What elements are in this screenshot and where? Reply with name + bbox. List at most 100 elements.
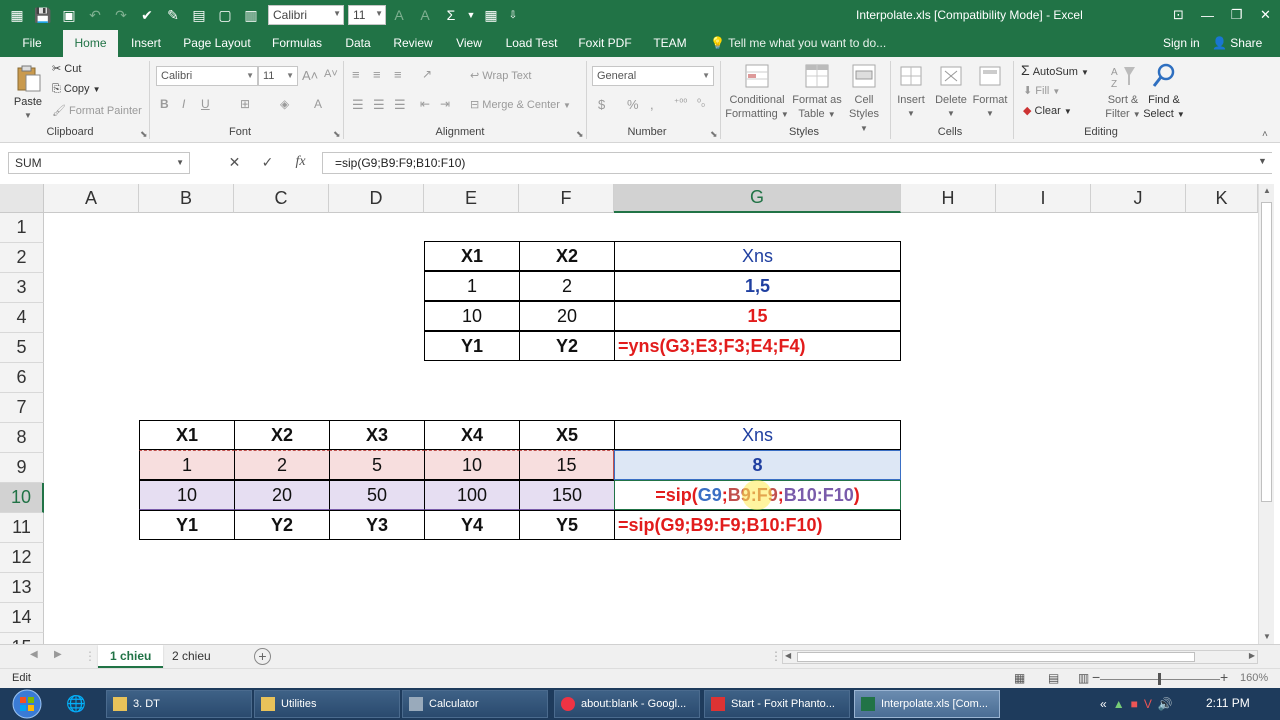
align-center-icon[interactable]: ☰: [373, 97, 385, 113]
sheet-next-icon[interactable]: ▶: [54, 649, 62, 660]
restore-icon[interactable]: ❐: [1222, 0, 1251, 30]
cell-c11[interactable]: Y2: [234, 510, 330, 540]
dialog-launcher-icon[interactable]: ⬊: [710, 129, 718, 140]
column-header-h[interactable]: H: [901, 184, 996, 213]
cell-g11[interactable]: =sip(G9;B9:F9;B10:F10): [614, 510, 901, 540]
check-icon[interactable]: ✔: [134, 2, 160, 28]
dialog-launcher-icon[interactable]: ⬊: [140, 129, 148, 140]
font-shrink-icon[interactable]: A: [412, 2, 438, 28]
customize-qat-icon[interactable]: ⇩: [504, 2, 522, 28]
find-select-button[interactable]: Find & Select ▼: [1143, 61, 1185, 122]
share-button[interactable]: 👤 Share: [1212, 30, 1262, 57]
cell-e9[interactable]: 10: [424, 450, 520, 480]
cell-styles-button[interactable]: Cell Styles ▼: [844, 61, 884, 136]
row-header-13[interactable]: 13: [0, 573, 44, 603]
cell-g4[interactable]: 15: [614, 301, 901, 331]
font-grow-icon[interactable]: A: [386, 2, 412, 28]
cell-b11[interactable]: Y1: [139, 510, 235, 540]
sheet-prev-icon[interactable]: ◀: [30, 649, 38, 660]
select-all-corner[interactable]: [0, 184, 44, 213]
column-header-a[interactable]: A: [44, 184, 139, 213]
cell-c8[interactable]: X2: [234, 420, 330, 450]
row-header-12[interactable]: 12: [0, 543, 44, 573]
cell-g2[interactable]: Xns: [614, 241, 901, 271]
cell-f9[interactable]: 15: [519, 450, 615, 480]
worksheet-grid[interactable]: A B C D E F G H I J K 1 2 3 4 5 6 7 8 9 …: [0, 184, 1280, 644]
borders-icon[interactable]: ⊞: [240, 97, 250, 111]
cell-f4[interactable]: 20: [519, 301, 615, 331]
row-header-3[interactable]: 3: [0, 273, 44, 303]
qat-size-box[interactable]: 11 ▼: [348, 5, 386, 25]
decrease-indent-icon[interactable]: ⇤: [420, 97, 430, 111]
vertical-scrollbar[interactable]: ▲ ▼: [1258, 184, 1274, 644]
copy-button[interactable]: ⎘ Copy ▼: [52, 83, 101, 96]
tab-data[interactable]: Data: [338, 30, 378, 57]
taskbar-item-chrome[interactable]: about:blank - Googl...: [554, 690, 700, 718]
autosum-button[interactable]: Σ AutoSum ▼: [1021, 62, 1089, 78]
scroll-left-icon[interactable]: ◀: [785, 651, 791, 660]
row-header-2[interactable]: 2: [0, 243, 44, 273]
font-color-icon[interactable]: A: [314, 97, 322, 111]
paste-button[interactable]: Paste ▼: [10, 63, 46, 123]
cell-f10[interactable]: 150: [519, 480, 615, 510]
cell-f2[interactable]: X2: [519, 241, 615, 271]
cell-e5[interactable]: Y1: [424, 331, 520, 361]
cell-g3[interactable]: 1,5: [614, 271, 901, 301]
close-icon[interactable]: ✕: [1251, 0, 1280, 30]
insert-function-icon[interactable]: fx: [284, 154, 317, 171]
taskbar-item-utilities[interactable]: Utilities: [254, 690, 400, 718]
align-left-icon[interactable]: ☰: [352, 97, 364, 113]
print-preview-icon[interactable]: ▦: [478, 2, 504, 28]
align-top-icon[interactable]: ≡: [352, 67, 360, 82]
underline-icon[interactable]: U: [201, 97, 210, 111]
tab-home[interactable]: Home: [63, 30, 118, 57]
horizontal-scrollbar[interactable]: ◀ ▶: [782, 650, 1258, 664]
cell-e11[interactable]: Y4: [424, 510, 520, 540]
align-middle-icon[interactable]: ≡: [373, 67, 381, 82]
scroll-down-icon[interactable]: ▼: [1259, 630, 1275, 644]
row-header-4[interactable]: 4: [0, 303, 44, 333]
save-icon[interactable]: 💾: [30, 2, 56, 28]
horizontal-scroll-thumb[interactable]: [797, 652, 1195, 662]
taskbar-clock[interactable]: 2:11 PM: [1206, 696, 1250, 710]
cell-f11[interactable]: Y5: [519, 510, 615, 540]
tab-team[interactable]: TEAM: [647, 30, 693, 57]
taskbar-item-3-dt[interactable]: 3. DT: [106, 690, 252, 718]
save-as-icon[interactable]: ▣: [56, 2, 82, 28]
percent-icon[interactable]: %: [627, 97, 639, 112]
format-painter-button[interactable]: 🖌 Format Painter: [52, 104, 142, 117]
undo-icon[interactable]: ↶: [82, 2, 108, 28]
sigma-icon[interactable]: Σ: [438, 2, 464, 28]
row-header-10[interactable]: 10: [0, 483, 44, 513]
font-name-box[interactable]: Calibri ▼: [156, 66, 258, 86]
page-break-view-icon[interactable]: ▥: [1078, 671, 1089, 685]
bold-icon[interactable]: B: [160, 97, 169, 111]
cell-c9[interactable]: 2: [234, 450, 330, 480]
cell-c10[interactable]: 20: [234, 480, 330, 510]
normal-view-icon[interactable]: ▦: [1014, 671, 1025, 685]
cell-e3[interactable]: 1: [424, 271, 520, 301]
column-header-j[interactable]: J: [1091, 184, 1186, 213]
align-bottom-icon[interactable]: ≡: [394, 67, 402, 82]
cell-e4[interactable]: 10: [424, 301, 520, 331]
start-button[interactable]: [6, 689, 48, 719]
dialog-launcher-icon[interactable]: ⬊: [576, 129, 584, 140]
insert-cells-button[interactable]: Insert ▼: [893, 61, 929, 121]
taskbar-item-excel[interactable]: Interpolate.xls [Com...: [854, 690, 1000, 718]
wrap-text-button[interactable]: ↩ Wrap Text: [470, 69, 531, 82]
scroll-up-icon[interactable]: ▲: [1259, 184, 1275, 198]
chevron-down-icon[interactable]: ▼: [464, 2, 478, 28]
grid-icon[interactable]: ▤: [186, 2, 212, 28]
cell-g9[interactable]: 8: [614, 450, 901, 480]
row-header-1[interactable]: 1: [0, 213, 44, 243]
antivirus-icon[interactable]: V: [1144, 697, 1152, 711]
tab-page-layout[interactable]: Page Layout: [178, 30, 256, 57]
currency-icon[interactable]: $: [598, 97, 605, 112]
minimize-icon[interactable]: —: [1193, 0, 1222, 30]
format-as-table-button[interactable]: Format as Table ▼: [790, 61, 844, 122]
cell-f3[interactable]: 2: [519, 271, 615, 301]
fill-color-icon[interactable]: ◈: [280, 97, 289, 111]
font-size-box[interactable]: 11 ▼: [258, 66, 298, 86]
decrease-decimal-icon[interactable]: ⁰₀: [697, 98, 705, 109]
sheet-tab-1-chieu[interactable]: 1 chieu: [98, 645, 164, 668]
